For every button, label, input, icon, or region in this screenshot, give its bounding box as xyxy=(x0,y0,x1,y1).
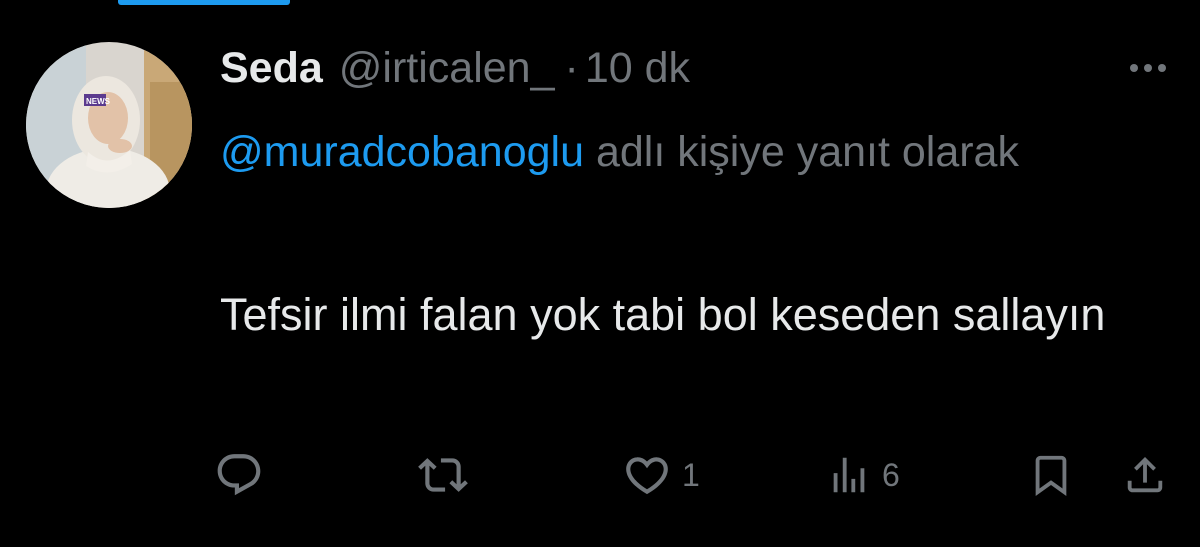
share-button[interactable] xyxy=(1122,445,1168,505)
bookmark-icon xyxy=(1035,455,1067,496)
views-button[interactable]: 6 xyxy=(826,445,900,505)
share-icon xyxy=(1127,456,1163,493)
bookmark-button[interactable] xyxy=(1028,445,1074,505)
author-name[interactable]: Seda xyxy=(220,40,323,96)
like-count: 1 xyxy=(682,456,700,493)
tweet-actions: 1 6 xyxy=(0,445,1200,505)
more-options-button[interactable] xyxy=(1124,58,1172,78)
avatar-badge: NEWS xyxy=(86,97,111,106)
views-icon xyxy=(833,457,865,493)
author-handle[interactable]: @irticalen_ xyxy=(339,40,555,96)
tweet-card[interactable]: NEWS Seda @irticalen_ · 10 dk @muradcoba… xyxy=(0,0,1200,547)
reply-icon xyxy=(217,454,261,496)
more-icon xyxy=(1130,64,1166,72)
heart-icon xyxy=(626,457,668,495)
tweet-header: Seda @irticalen_ · 10 dk xyxy=(220,40,690,96)
reply-button[interactable] xyxy=(214,445,264,505)
retweet-icon xyxy=(418,458,468,492)
retweet-button[interactable] xyxy=(418,445,468,505)
views-count: 6 xyxy=(882,456,900,493)
tweet-text: Tefsir ilmi falan yok tabi bol keseden s… xyxy=(220,289,1106,340)
reply-context-label: adlı kişiye yanıt olarak xyxy=(584,128,1019,176)
avatar-image: NEWS xyxy=(26,42,192,208)
reply-context: @muradcobanoglu adlı kişiye yanıt olarak xyxy=(220,118,1160,186)
reply-mention-link[interactable]: @muradcobanoglu xyxy=(220,128,584,176)
like-button[interactable]: 1 xyxy=(622,445,700,505)
timestamp[interactable]: 10 dk xyxy=(585,40,690,96)
separator-dot: · xyxy=(564,44,579,92)
avatar[interactable]: NEWS xyxy=(26,42,192,208)
